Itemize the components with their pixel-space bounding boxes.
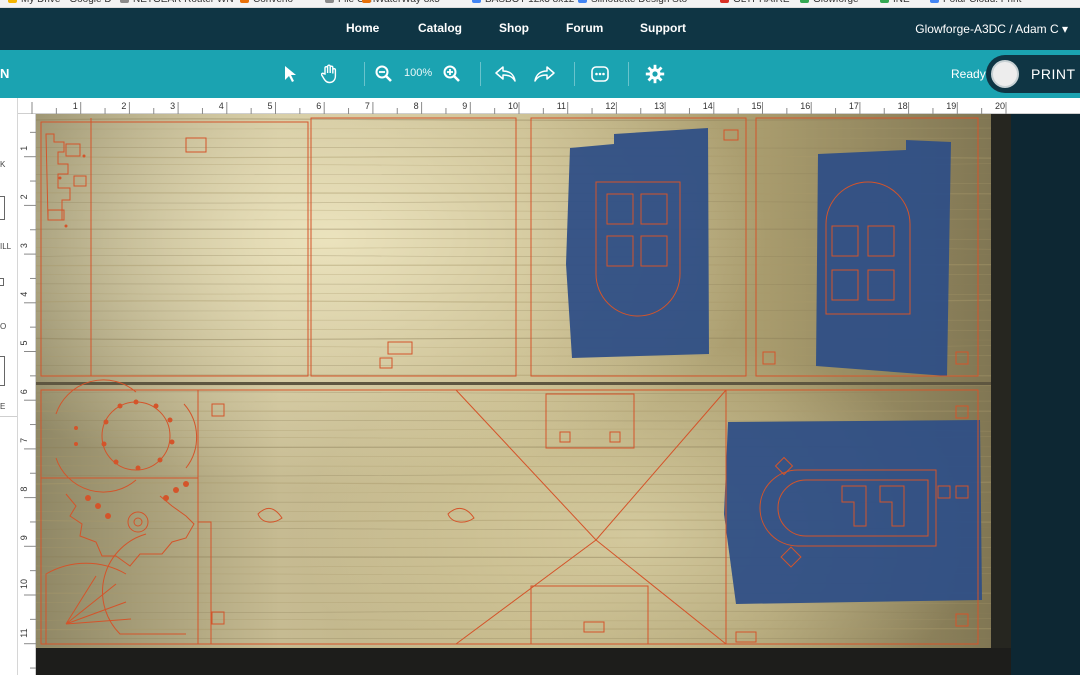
ruler-label: 15 bbox=[752, 101, 762, 111]
more-options-icon[interactable] bbox=[586, 60, 614, 88]
ruler-label: 3 bbox=[170, 101, 175, 111]
bed-camera-view[interactable] bbox=[35, 114, 1012, 675]
left-panel-label: K bbox=[0, 160, 6, 169]
left-panel-thumbnail[interactable] bbox=[0, 196, 5, 220]
toolbar-divider bbox=[628, 62, 629, 86]
ruler-label: 16 bbox=[800, 101, 810, 111]
zoom-level: 100% bbox=[404, 67, 433, 79]
bookmark-favicon-icon bbox=[362, 0, 371, 3]
bookmark-favicon-icon bbox=[880, 0, 889, 3]
divider bbox=[0, 416, 17, 417]
bookmark-item[interactable]: GLYPHAIRE bbox=[720, 0, 790, 5]
account-menu[interactable]: Glowforge-A3DC / Adam C ▾ bbox=[915, 22, 1068, 36]
bookmark-item[interactable]: Silhouette Design Sto bbox=[578, 0, 687, 5]
left-panel-thumbnail[interactable] bbox=[0, 278, 4, 286]
nav-support[interactable]: Support bbox=[640, 21, 686, 35]
ruler-label: 7 bbox=[365, 101, 370, 111]
bed-edge-shadow bbox=[991, 114, 1011, 675]
ruler-label: 3 bbox=[19, 243, 29, 248]
ruler-label: 12 bbox=[605, 101, 615, 111]
bookmark-favicon-icon bbox=[800, 0, 809, 3]
ruler-label: 11 bbox=[19, 628, 29, 637]
ruler-label: 13 bbox=[654, 101, 664, 111]
bookmark-favicon-icon bbox=[8, 0, 17, 3]
right-panel bbox=[1011, 114, 1080, 675]
ruler-label: 17 bbox=[849, 101, 859, 111]
bookmark-favicon-icon bbox=[240, 0, 249, 3]
bookmark-favicon-icon bbox=[720, 0, 729, 3]
bookmark-favicon-icon bbox=[325, 0, 334, 3]
ruler-label: 4 bbox=[219, 101, 224, 111]
ruler-label: 4 bbox=[19, 292, 29, 297]
ruler-label: 9 bbox=[19, 535, 29, 540]
ruler-label: 2 bbox=[121, 101, 126, 111]
ruler-label: 9 bbox=[462, 101, 467, 111]
zoom-out-icon[interactable] bbox=[370, 60, 398, 88]
ruler-label: 8 bbox=[19, 487, 29, 492]
bookmark-favicon-icon bbox=[120, 0, 129, 3]
left-panel-label: O bbox=[0, 322, 7, 331]
bookmark-favicon-icon bbox=[472, 0, 481, 3]
nav-shop[interactable]: Shop bbox=[499, 21, 529, 35]
ruler-label: 14 bbox=[703, 101, 713, 111]
bookmark-item[interactable]: INE bbox=[880, 0, 910, 5]
board-seam bbox=[36, 382, 1011, 385]
left-panel: K ILL O E bbox=[0, 98, 18, 675]
ruler-label: 5 bbox=[268, 101, 273, 111]
hand-pan-icon[interactable] bbox=[316, 60, 344, 88]
left-panel-label: ILL bbox=[0, 242, 12, 251]
bookmark-item[interactable]: Polar Cloud: Print bbox=[930, 0, 1021, 5]
vertical-ruler: 1 2 3 4 5 6 7 8 9 10 11 bbox=[18, 114, 36, 675]
bed-edge-shadow bbox=[36, 648, 1011, 675]
left-panel-thumbnail[interactable] bbox=[0, 356, 5, 386]
design-toolbar: N 100% Ready PRINT bbox=[0, 50, 1080, 98]
top-nav: Home Catalog Shop Forum Support Glowforg… bbox=[0, 8, 1080, 50]
ruler-label: 18 bbox=[898, 101, 908, 111]
zoom-in-icon[interactable] bbox=[438, 60, 466, 88]
left-panel-label: E bbox=[0, 402, 6, 411]
bookmark-item[interactable]: Glowforge bbox=[800, 0, 859, 5]
bookmark-favicon-icon bbox=[930, 0, 939, 3]
print-status-indicator bbox=[991, 60, 1019, 88]
ruler-label: 10 bbox=[19, 579, 29, 589]
nav-catalog[interactable]: Catalog bbox=[418, 21, 462, 35]
nav-home[interactable]: Home bbox=[346, 21, 379, 35]
toolbar-divider bbox=[574, 62, 575, 86]
horizontal-ruler: 1 2 3 4 5 6 7 8 9 10 11 12 13 14 15 16 17 18 19 20 bbox=[18, 98, 1080, 114]
ruler-label: 19 bbox=[946, 101, 956, 111]
undo-icon[interactable] bbox=[492, 60, 520, 88]
toolbar-divider bbox=[364, 62, 365, 86]
ruler-label: 2 bbox=[19, 194, 29, 199]
print-button[interactable]: PRINT bbox=[986, 55, 1080, 93]
ruler-label: 10 bbox=[508, 101, 518, 111]
bookmarks-bar: My Drive - Google D NETGEAR Router WN Conv… bbox=[0, 0, 1080, 8]
bookmark-item[interactable]: My Drive - Google D bbox=[8, 0, 112, 5]
ruler-label: 5 bbox=[19, 340, 29, 345]
bookmark-favicon-icon bbox=[578, 0, 587, 3]
toolbar-divider bbox=[480, 62, 481, 86]
left-panel-label: N bbox=[0, 66, 10, 81]
ruler-label: 8 bbox=[414, 101, 419, 111]
bookmark-item[interactable]: Converio bbox=[240, 0, 293, 5]
ruler-label: 1 bbox=[73, 101, 78, 111]
ruler-label: 20 bbox=[995, 101, 1005, 111]
ruler-label: 6 bbox=[316, 101, 321, 111]
settings-gear-icon[interactable] bbox=[641, 60, 669, 88]
ruler-label: 11 bbox=[557, 101, 566, 111]
bookmark-item[interactable]: WaterWay 8x5 bbox=[362, 0, 440, 5]
machine-status: Ready bbox=[951, 67, 986, 81]
redo-icon[interactable] bbox=[530, 60, 558, 88]
ruler-label: 1 bbox=[19, 146, 29, 151]
print-button-label: PRINT bbox=[1031, 66, 1076, 82]
select-arrow-icon[interactable] bbox=[276, 60, 304, 88]
bookmark-item[interactable]: NETGEAR Router WN bbox=[120, 0, 234, 5]
ruler-label: 7 bbox=[19, 438, 29, 443]
ruler-label: 6 bbox=[19, 389, 29, 394]
bookmark-item[interactable]: BASBOT 12x3 8x12 bbox=[472, 0, 574, 5]
nav-forum[interactable]: Forum bbox=[566, 21, 603, 35]
